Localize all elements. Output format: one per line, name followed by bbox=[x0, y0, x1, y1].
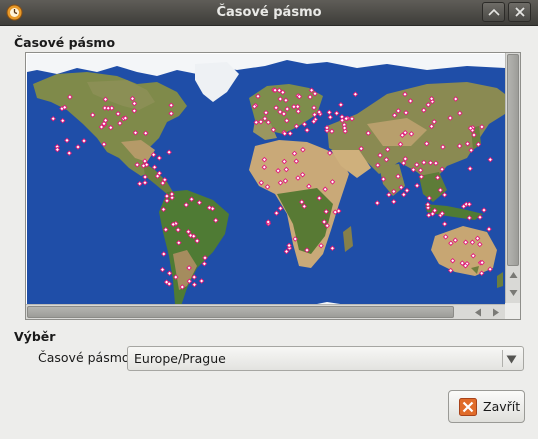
map-vertical-scrollbar[interactable] bbox=[505, 53, 520, 305]
timezone-combo[interactable]: Europe/Prague bbox=[127, 346, 524, 371]
window-title: Časové pásmo bbox=[216, 5, 322, 20]
horizontal-scroll-thumb[interactable] bbox=[27, 306, 454, 318]
close-x-icon bbox=[459, 398, 477, 416]
chevron-down-icon[interactable] bbox=[506, 355, 517, 364]
title-bar: Časové pásmo bbox=[0, 0, 538, 26]
scroll-down-icon[interactable] bbox=[509, 289, 518, 297]
timezone-label: Časové pásmo: bbox=[38, 350, 134, 365]
minimize-button[interactable] bbox=[482, 2, 505, 22]
vertical-scroll-thumb[interactable] bbox=[507, 54, 519, 266]
timezone-map-frame bbox=[25, 52, 521, 320]
map-horizontal-scrollbar[interactable] bbox=[26, 304, 507, 319]
close-button[interactable]: Zavřít bbox=[448, 390, 525, 423]
scroll-left-icon[interactable] bbox=[474, 308, 482, 317]
close-window-button[interactable] bbox=[508, 2, 531, 22]
timezone-combo-value: Europe/Prague bbox=[134, 351, 226, 366]
scroll-right-icon[interactable] bbox=[492, 308, 500, 317]
selection-section-title: Výběr bbox=[14, 329, 56, 344]
close-icon bbox=[515, 7, 525, 17]
scroll-up-icon[interactable] bbox=[509, 271, 518, 279]
scrollbar-corner bbox=[505, 303, 520, 319]
combo-separator bbox=[502, 350, 503, 367]
timezone-map[interactable] bbox=[27, 54, 505, 320]
minimize-icon bbox=[488, 8, 500, 16]
map-section-title: Časové pásmo bbox=[14, 35, 116, 50]
close-button-label: Zavřít bbox=[483, 399, 521, 414]
